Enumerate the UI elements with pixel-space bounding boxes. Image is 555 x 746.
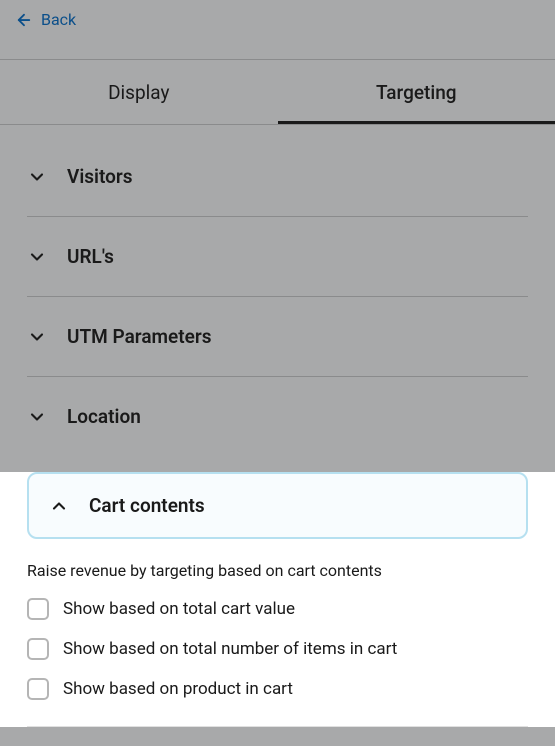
option-cart-product[interactable]: Show based on product in cart	[27, 678, 528, 700]
chevron-down-icon	[27, 327, 47, 347]
checkbox-cart-items[interactable]	[27, 638, 49, 660]
tab-targeting[interactable]: Targeting	[278, 60, 555, 124]
tab-display[interactable]: Display	[0, 60, 278, 124]
checkbox-cart-value[interactable]	[27, 598, 49, 620]
option-cart-value[interactable]: Show based on total cart value	[27, 598, 528, 620]
accordion-cart-contents[interactable]: Cart contents	[27, 472, 528, 539]
accordion-section: Visitors URL's UTM Parameters Location	[0, 125, 555, 456]
option-cart-items-label: Show based on total number of items in c…	[63, 639, 397, 659]
accordion-location[interactable]: Location	[27, 377, 528, 456]
accordion-visitors[interactable]: Visitors	[27, 125, 528, 217]
accordion-utm-label: UTM Parameters	[67, 325, 211, 348]
header: Back	[0, 0, 555, 60]
accordion-urls-label: URL's	[67, 245, 114, 268]
accordion-utm[interactable]: UTM Parameters	[27, 297, 528, 377]
chevron-down-icon	[27, 167, 47, 187]
tab-targeting-label: Targeting	[376, 81, 457, 104]
option-cart-items[interactable]: Show based on total number of items in c…	[27, 638, 528, 660]
chevron-down-icon	[27, 247, 47, 267]
back-button[interactable]: Back	[15, 10, 76, 29]
back-label: Back	[41, 10, 76, 29]
tabs: Display Targeting	[0, 60, 555, 125]
chevron-down-icon	[27, 407, 47, 427]
cart-contents-panel: Cart contents Raise revenue by targeting…	[0, 472, 555, 727]
arrow-left-icon	[15, 11, 33, 29]
accordion-location-label: Location	[67, 405, 141, 428]
accordion-visitors-label: Visitors	[67, 165, 133, 188]
accordion-cart-label: Cart contents	[89, 494, 205, 517]
option-cart-product-label: Show based on product in cart	[63, 679, 293, 699]
cart-options: Show based on total cart value Show base…	[27, 598, 528, 727]
checkbox-cart-product[interactable]	[27, 678, 49, 700]
accordion-urls[interactable]: URL's	[27, 217, 528, 297]
content: Visitors URL's UTM Parameters Location	[0, 125, 555, 727]
chevron-up-icon	[49, 496, 69, 516]
option-cart-value-label: Show based on total cart value	[63, 599, 295, 619]
tab-display-label: Display	[108, 81, 169, 104]
cart-description: Raise revenue by targeting based on cart…	[27, 539, 528, 598]
